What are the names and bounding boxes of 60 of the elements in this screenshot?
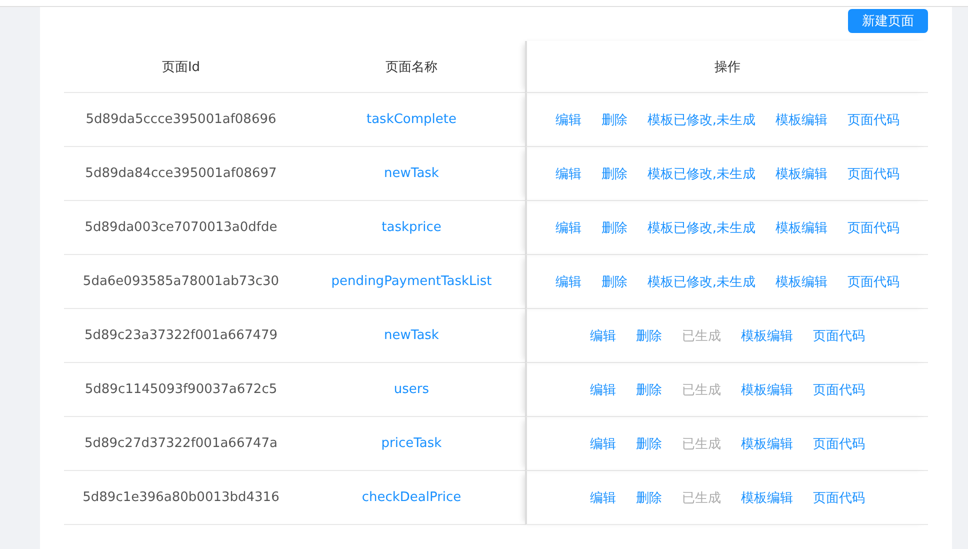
column-header: 操作: [525, 41, 928, 93]
table-cell: 5d89da003ce7070013a0dfde: [64, 201, 298, 255]
page-name-link[interactable]: taskComplete: [298, 93, 525, 147]
action-link[interactable]: 编辑: [590, 326, 616, 344]
action-link[interactable]: 模板编辑: [776, 272, 828, 290]
status-text: 已生成: [682, 436, 721, 452]
page-name-link[interactable]: users: [298, 363, 525, 417]
action-link[interactable]: 删除: [636, 488, 662, 506]
action-link[interactable]: 删除: [601, 218, 628, 236]
action-link[interactable]: 模板已修改,未生成: [647, 110, 756, 128]
page-name-link[interactable]: checkDealPrice: [298, 471, 525, 525]
table-cell: 5d89c1e396a80b0013bd4316: [64, 471, 298, 525]
action-link[interactable]: 删除: [601, 164, 628, 182]
table-cell: 5d89c1145093f90037a672c5: [64, 363, 298, 417]
page-name-link[interactable]: pendingPaymentTaskList: [298, 255, 525, 309]
table-cell: 5d89da84cce395001af08697: [64, 147, 298, 201]
action-link[interactable]: 删除: [636, 380, 662, 398]
action-link[interactable]: 页面代码: [848, 218, 900, 236]
table-cell: 5d89c27d37322f001a66747a: [64, 417, 298, 471]
table-cell: 5da6e093585a78001ab73c30: [64, 255, 298, 309]
action-link[interactable]: 编辑: [590, 434, 616, 452]
action-link[interactable]: 编辑: [555, 164, 582, 182]
action-link[interactable]: 模板编辑: [776, 218, 828, 236]
action-link[interactable]: 编辑: [555, 218, 582, 236]
table-cell: 5d89da5ccce395001af08696: [64, 93, 298, 147]
action-link[interactable]: 模板编辑: [741, 488, 793, 506]
status-text: 已生成: [682, 382, 721, 398]
action-link[interactable]: 编辑: [555, 272, 582, 290]
action-link[interactable]: 编辑: [590, 380, 616, 398]
action-link[interactable]: 页面代码: [813, 434, 865, 452]
column-header: 页面名称: [298, 41, 525, 93]
table-cell: 5d89c23a37322f001a667479: [64, 309, 298, 363]
action-link[interactable]: 页面代码: [813, 488, 865, 506]
action-link[interactable]: 模板已修改,未生成: [647, 272, 756, 290]
action-link[interactable]: 模板已修改,未生成: [647, 164, 756, 182]
action-link[interactable]: 页面代码: [848, 272, 900, 290]
action-link[interactable]: 删除: [636, 434, 662, 452]
page-name-link[interactable]: taskprice: [298, 201, 525, 255]
action-link[interactable]: 编辑: [555, 110, 582, 128]
action-link[interactable]: 删除: [601, 272, 628, 290]
action-link[interactable]: 删除: [636, 326, 662, 344]
action-link[interactable]: 模板编辑: [776, 164, 828, 182]
page-name-link[interactable]: newTask: [298, 147, 525, 201]
page-name-link[interactable]: priceTask: [298, 417, 525, 471]
create-page-button[interactable]: 新建页面: [848, 9, 928, 33]
action-link[interactable]: 页面代码: [813, 380, 865, 398]
column-header: 页面Id: [64, 41, 298, 93]
action-link[interactable]: 页面代码: [848, 110, 900, 128]
page-name-link[interactable]: newTask: [298, 309, 525, 363]
action-link[interactable]: 模板编辑: [741, 326, 793, 344]
action-link[interactable]: 模板已修改,未生成: [647, 218, 756, 236]
action-link[interactable]: 模板编辑: [741, 380, 793, 398]
action-link[interactable]: 页面代码: [813, 326, 865, 344]
action-link[interactable]: 删除: [601, 110, 628, 128]
status-text: 已生成: [682, 490, 721, 506]
action-link[interactable]: 页面代码: [848, 164, 900, 182]
status-text: 已生成: [682, 328, 721, 344]
action-link[interactable]: 模板编辑: [776, 110, 828, 128]
action-link[interactable]: 编辑: [590, 488, 616, 506]
action-link[interactable]: 模板编辑: [741, 434, 793, 452]
